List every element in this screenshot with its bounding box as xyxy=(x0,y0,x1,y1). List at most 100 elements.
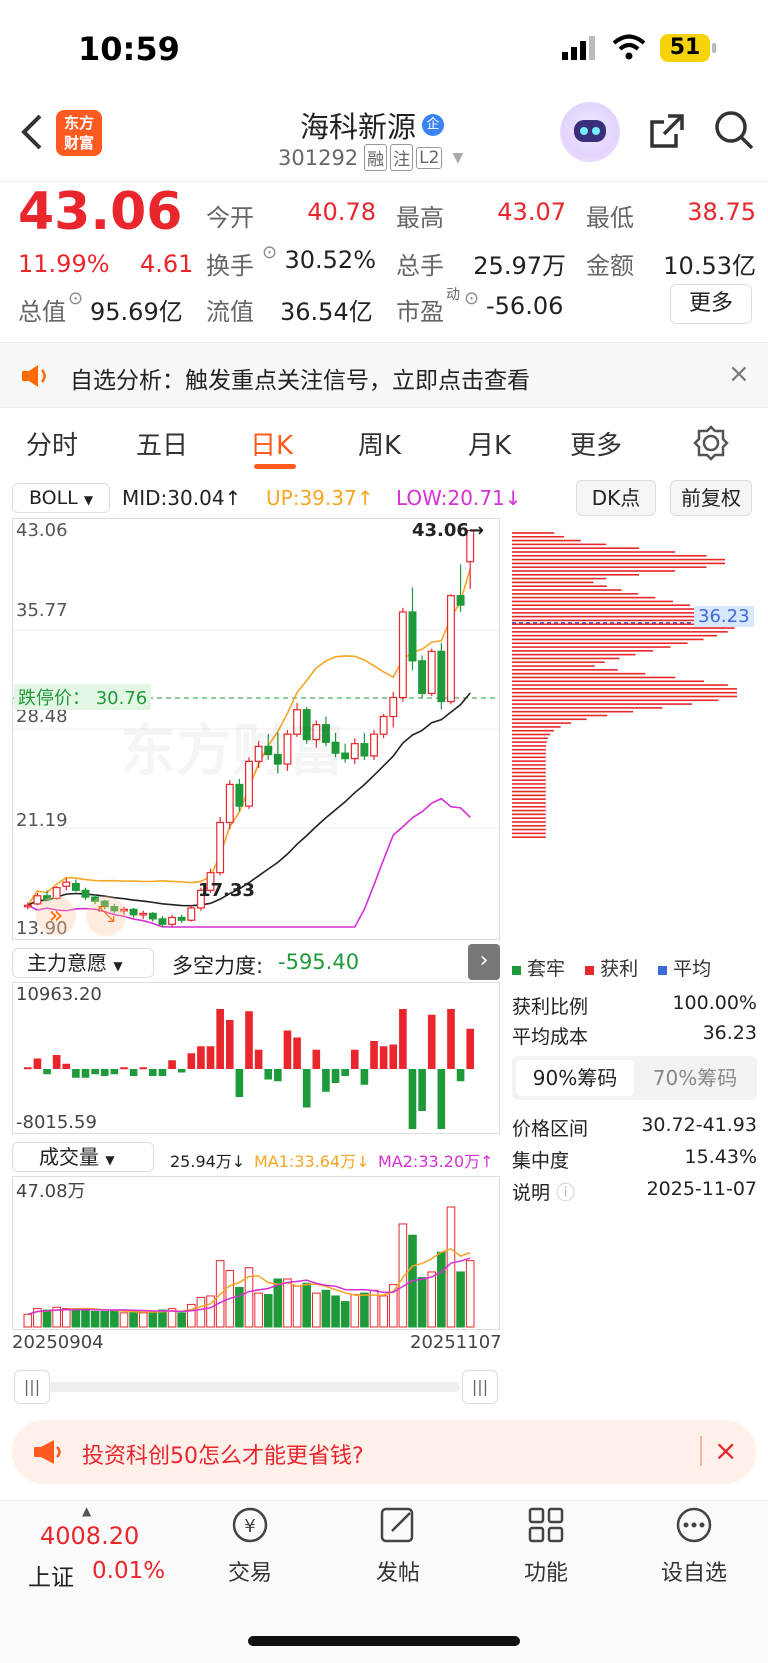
share-icon[interactable] xyxy=(646,110,688,156)
chip-bar xyxy=(512,612,719,614)
candle-body xyxy=(23,904,32,908)
chip-bar xyxy=(512,657,620,660)
chip-bar xyxy=(512,771,546,774)
volume-bar xyxy=(446,1206,456,1328)
back-icon[interactable] xyxy=(18,112,44,156)
nav-functions[interactable]: 功能 xyxy=(486,1505,606,1587)
chip-distribution xyxy=(512,532,757,838)
flow-bar xyxy=(158,1069,167,1076)
chip-bar xyxy=(512,828,546,831)
volume-ma1: MA1:33.64万↓ xyxy=(254,1152,370,1171)
flow-bar xyxy=(293,1037,301,1069)
info-icon[interactable]: ⓘ xyxy=(556,1182,575,1204)
flow-bar xyxy=(81,1069,90,1078)
chip-bar xyxy=(512,832,546,835)
chip-bar xyxy=(512,737,548,740)
nav-post[interactable]: 发帖 xyxy=(338,1505,458,1587)
range-slider-left-handle[interactable]: ||| xyxy=(14,1370,50,1404)
volume-bar xyxy=(119,1312,129,1328)
chip-bar xyxy=(512,817,546,819)
ad-banner[interactable]: 投资科创50怎么才能更省钱? × xyxy=(12,1420,756,1484)
fullscreen-icon[interactable]: ⤡ xyxy=(86,896,126,936)
tab-chip-90[interactable]: 90%筹码 xyxy=(516,1060,634,1096)
tab-intraday[interactable]: 分时 xyxy=(26,425,78,462)
flow-bar xyxy=(197,1046,205,1069)
settings-icon[interactable] xyxy=(692,424,730,462)
candle-body xyxy=(446,595,455,703)
notice-bar[interactable]: 自选分析：触发重点关注信号，立即点击查看 × xyxy=(0,342,768,408)
tab-daily-k[interactable]: 日K xyxy=(250,425,293,462)
chevron-down-icon[interactable]: ▼ xyxy=(452,150,463,166)
info-icon[interactable]: ⊙ xyxy=(262,242,277,263)
active-tab-indicator xyxy=(254,464,296,469)
chip-bar xyxy=(512,669,618,671)
adjust-button[interactable]: 前复权 xyxy=(670,480,752,516)
chip-bar xyxy=(512,642,688,645)
range-slider-track[interactable] xyxy=(40,1382,460,1392)
tab-weekly-k[interactable]: 周K xyxy=(358,425,401,462)
panel-toggle-button[interactable]: › xyxy=(468,944,500,980)
chip-bar xyxy=(512,593,639,595)
flow-bar xyxy=(33,1058,42,1069)
volume-bar xyxy=(427,1271,437,1328)
note-label: 说明 xyxy=(512,1182,551,1204)
tab-more[interactable]: 更多 xyxy=(570,425,622,462)
indicator-select[interactable]: BOLL ▼ xyxy=(12,483,110,513)
search-icon[interactable] xyxy=(712,108,756,156)
nav-add-watchlist[interactable]: 设自选 xyxy=(634,1505,754,1587)
candle-body xyxy=(62,881,71,887)
price-range-label: 价格区间 xyxy=(512,1118,589,1140)
volume-bar xyxy=(340,1301,350,1328)
volume-bar xyxy=(100,1310,110,1328)
volume-bar xyxy=(61,1308,71,1328)
chip-bar xyxy=(512,805,546,808)
flow-bar xyxy=(235,1069,244,1097)
volume-bar xyxy=(331,1295,340,1328)
candle-body xyxy=(71,882,80,891)
flow-bar xyxy=(62,1063,71,1069)
pe-label: 市盈 xyxy=(396,298,444,326)
index-value[interactable]: 4008.20 xyxy=(40,1522,139,1550)
volume-bar xyxy=(263,1294,273,1328)
flow-bar xyxy=(139,1067,148,1070)
chip-bar xyxy=(512,821,546,823)
speaker-icon xyxy=(22,365,46,387)
chip-bar xyxy=(512,741,547,743)
info-icon[interactable]: ⊙ xyxy=(464,288,479,309)
more-button[interactable]: 更多 xyxy=(670,284,752,324)
chip-bar xyxy=(512,551,676,553)
volume-bar xyxy=(283,1278,292,1328)
close-icon[interactable]: × xyxy=(714,1434,737,1467)
tab-monthly-k[interactable]: 月K xyxy=(468,425,511,462)
compose-icon xyxy=(380,1507,414,1543)
nav-trade[interactable]: ¥ 交易 xyxy=(190,1505,310,1587)
signal-icon xyxy=(562,36,598,64)
close-icon[interactable]: × xyxy=(728,359,750,389)
flow-bar xyxy=(312,1049,321,1069)
chip-bar xyxy=(512,836,546,838)
expand-icon[interactable]: » xyxy=(36,896,76,936)
flow-indicator-select[interactable]: 主力意愿 ▼ xyxy=(12,948,154,978)
chip-bar xyxy=(512,589,622,591)
boll-low: LOW:20.71↓ xyxy=(396,486,522,510)
flow-bar xyxy=(466,1028,474,1069)
flow-bar xyxy=(437,1069,446,1129)
robot-avatar[interactable] xyxy=(560,102,620,162)
volume-bar xyxy=(81,1308,90,1328)
volume-select[interactable]: 成交量 ▼ xyxy=(12,1142,154,1172)
range-slider-right-handle[interactable]: ||| xyxy=(462,1370,498,1404)
pe-value: -56.06 xyxy=(486,292,564,320)
tab-chip-70[interactable]: 70%筹码 xyxy=(636,1060,754,1096)
chip-bar xyxy=(512,688,737,690)
candle-body xyxy=(187,907,196,921)
ad-text: 投资科创50怎么才能更省钱? xyxy=(82,1444,364,1469)
chip-bar xyxy=(512,745,547,747)
boll-up: UP:39.37↑ xyxy=(266,486,374,510)
more-dots-icon xyxy=(676,1507,712,1543)
chip-bar xyxy=(512,672,646,675)
chip-bar xyxy=(512,794,546,797)
info-icon[interactable]: ⊙ xyxy=(68,288,83,309)
tab-five-day[interactable]: 五日 xyxy=(136,425,188,462)
date-end: 20251107 xyxy=(410,1332,502,1353)
dk-point-button[interactable]: DK点 xyxy=(576,480,656,516)
